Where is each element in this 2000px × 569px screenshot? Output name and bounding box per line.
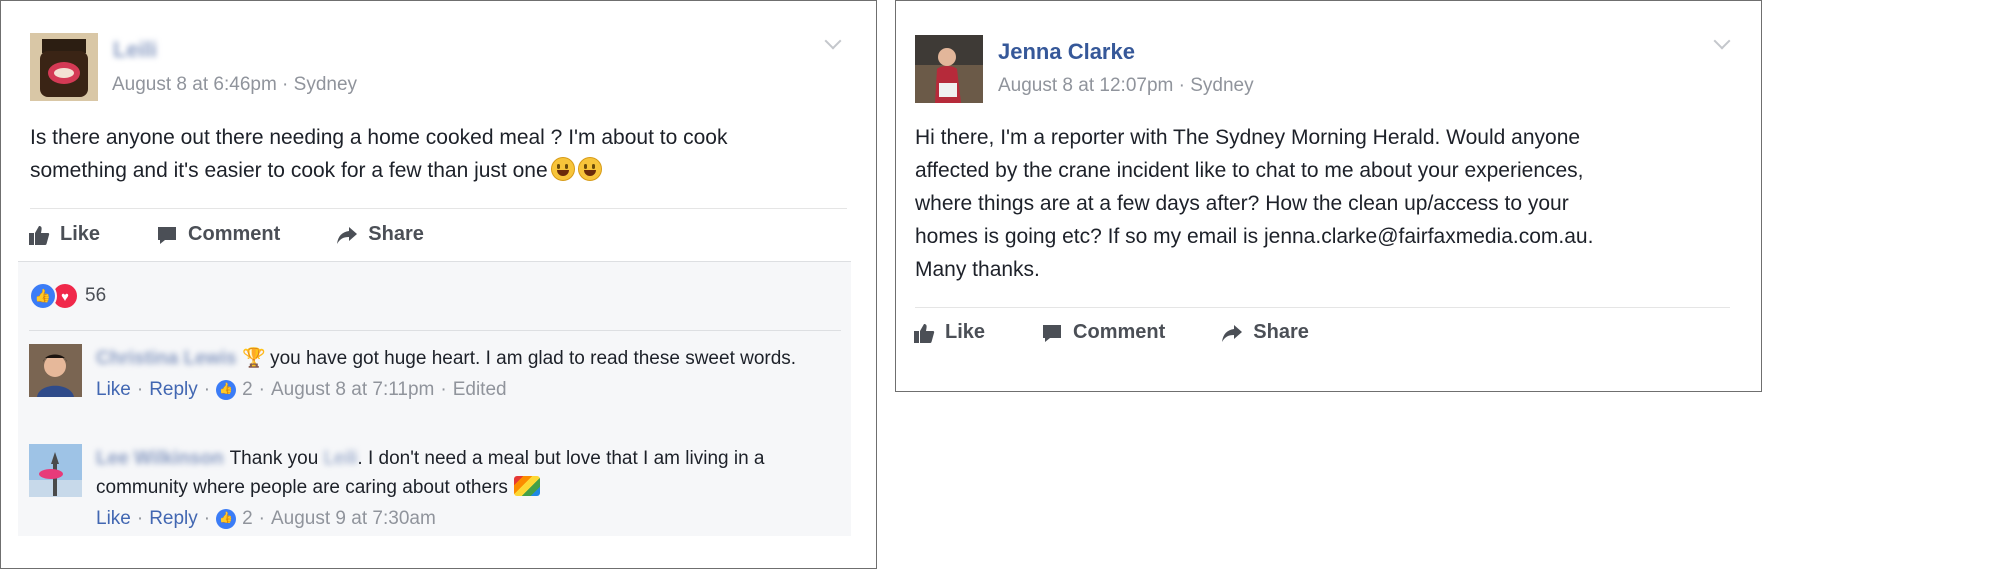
post-card: Jenna Clarke August 8 at 12:07pm · Sydne… [895,0,1762,392]
thumbs-up-icon [914,323,935,343]
thumbs-up-icon [29,225,50,245]
comment-timestamp[interactable]: August 8 at 7:11pm [271,375,434,404]
post-author[interactable]: Jenna Clarke [998,39,1135,65]
separator: · [258,508,265,529]
post-text: Is there anyone out there needing a home… [30,121,850,187]
divider [30,208,847,209]
comment-like-count[interactable]: 2 [242,504,253,533]
post-actions: Like Comment Share [913,321,1365,344]
comment-timestamp[interactable]: August 9 at 7:30am [271,504,436,533]
share-button[interactable]: Share [1221,321,1309,344]
comment-footer: Like · Reply · 👍 2 · August 8 at 7:11pm … [96,375,826,404]
comment-reply-link[interactable]: Reply [149,504,198,533]
share-arrow-icon [337,226,358,244]
comment-label: Comment [1073,321,1166,343]
comment-like-count[interactable]: 2 [242,375,253,404]
comment-edited-label[interactable]: Edited [453,375,507,404]
mention[interactable]: Leili [324,444,358,473]
comment-text: you have got huge heart. I am glad to re… [270,348,797,369]
separator: · [203,379,211,400]
comment-label: Comment [188,223,281,245]
post-text: Hi there, I'm a reporter with The Sydney… [915,126,1594,281]
comment-author[interactable]: Christina Lewis [96,344,236,373]
separator: · [258,379,265,400]
speech-bubble-icon [1043,324,1062,342]
avatar[interactable] [30,33,98,101]
comment-reply-link[interactable]: Reply [149,375,198,404]
share-label: Share [1253,321,1309,343]
share-arrow-icon [1222,324,1243,342]
comment-like-link[interactable]: Like [96,375,131,404]
share-button[interactable]: Share [336,223,424,246]
post-timestamp[interactable]: August 8 at 6:46pm · Sydney [112,74,357,96]
post-timestamp[interactable]: August 8 at 12:07pm · Sydney [998,75,1254,97]
trophy-emoji-icon: 🏆 [242,348,267,369]
separator: · [136,508,144,529]
grinning-emoji-icon [577,157,602,181]
separator: · [203,508,211,529]
post-actions: Like Comment Share [28,223,480,246]
like-reaction-icon: 👍 [216,508,237,529]
like-label: Like [945,321,986,343]
chevron-down-icon[interactable] [1713,32,1731,50]
like-reaction-icon: 👍 [29,282,57,310]
divider [29,330,841,331]
comment-like-link[interactable]: Like [96,504,131,533]
comment-body: Lee Wilkinson Thank you Leili. I don't ne… [96,444,826,533]
share-label: Share [368,223,424,245]
like-button[interactable]: Like [28,223,100,246]
comment-footer: Like · Reply · 👍 2 · August 9 at 7:30am [96,504,826,533]
commenter-avatar[interactable] [29,344,82,397]
chevron-down-icon[interactable] [824,32,842,50]
rainbow-emoji-icon [513,476,540,496]
like-button[interactable]: Like [913,321,985,344]
avatar[interactable] [915,35,983,103]
like-reaction-icon: 👍 [216,379,237,400]
grinning-emoji-icon [550,157,575,181]
comments-section: 👍 ♥ 56 Christina Lewis 🏆 you have got huge… [18,261,851,536]
comment-text-prefix: Thank you [229,448,319,469]
commenter-avatar[interactable] [29,444,82,497]
comment-button[interactable]: Comment [156,223,280,246]
reaction-summary[interactable]: 👍 ♥ 56 [29,282,106,310]
separator: · [136,379,144,400]
like-label: Like [60,223,101,245]
separator: · [440,379,447,400]
speech-bubble-icon [158,226,177,244]
comment-button[interactable]: Comment [1041,321,1165,344]
comment-author[interactable]: Lee Wilkinson [96,444,224,473]
post-body: Is there anyone out there needing a home… [30,126,728,182]
comment-body: Christina Lewis 🏆 you have got huge heart.… [96,344,826,404]
post-author[interactable]: Leili [113,37,157,63]
reaction-count: 56 [85,285,107,306]
post-card: Leili August 8 at 6:46pm · Sydney Is the… [0,0,877,569]
divider [915,307,1730,308]
